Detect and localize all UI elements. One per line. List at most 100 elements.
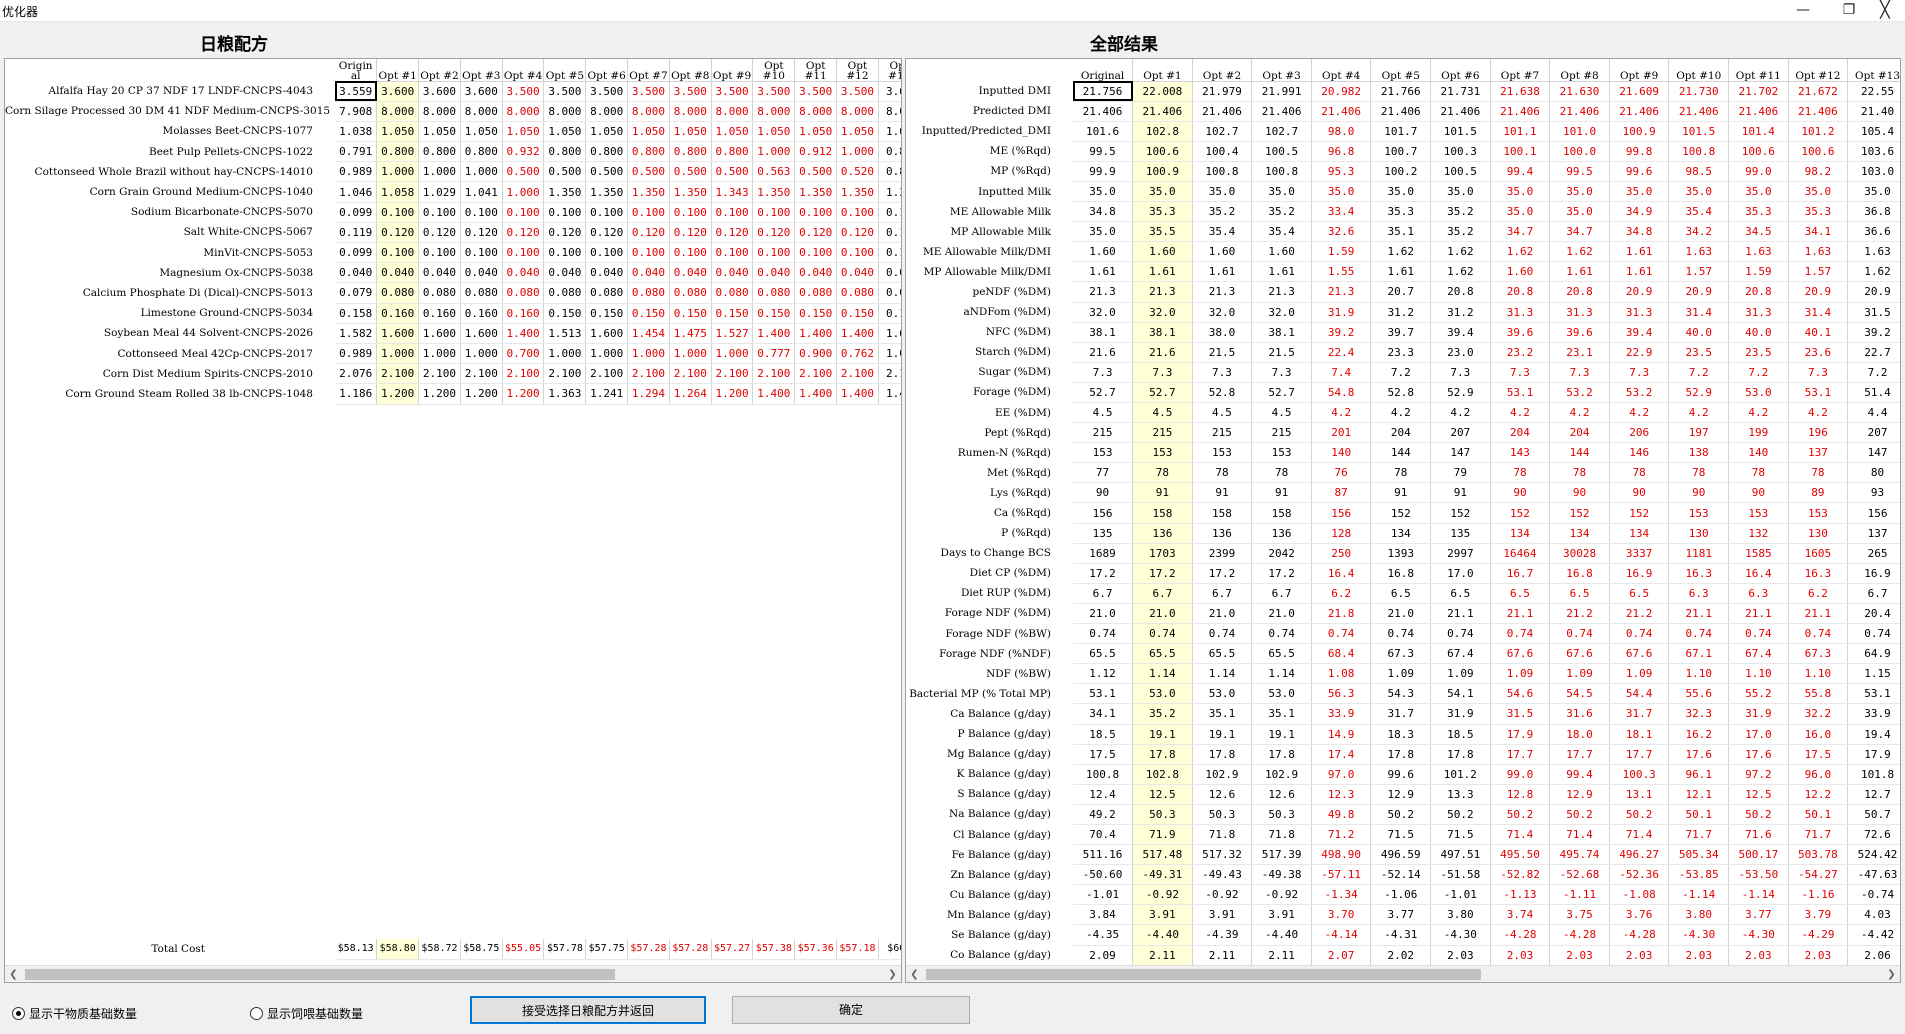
table-cell[interactable]: 0.100	[585, 242, 629, 264]
table-cell[interactable]: 1.35	[878, 181, 901, 203]
table-cell[interactable]: 17.8	[1132, 744, 1193, 765]
table-cell[interactable]: 0.500	[502, 161, 545, 183]
table-cell[interactable]: 71.5	[1430, 824, 1491, 846]
table-cell[interactable]: 1.046	[335, 181, 378, 203]
table-cell[interactable]: -53.50	[1728, 864, 1789, 886]
table-cell[interactable]: 102.8	[1132, 764, 1193, 785]
table-cell[interactable]: 156	[1073, 502, 1134, 524]
table-cell[interactable]: 3.600	[418, 81, 461, 102]
table-cell[interactable]: 2399	[1192, 543, 1253, 564]
table-cell[interactable]: 1.62	[1847, 261, 1900, 283]
table-cell[interactable]: 1.050	[376, 121, 420, 143]
column-header[interactable]: Opt #12	[1788, 59, 1849, 82]
table-cell[interactable]: 35.0	[1370, 181, 1432, 203]
table-cell[interactable]: 67.6	[1609, 643, 1670, 665]
table-cell[interactable]: 12.5	[1728, 784, 1789, 805]
table-cell[interactable]: 0.74	[1251, 623, 1312, 645]
table-cell[interactable]: 35.0	[1490, 181, 1551, 203]
table-cell[interactable]: 4.2	[1609, 402, 1670, 424]
table-cell[interactable]: 35.0	[1251, 181, 1312, 203]
table-cell[interactable]: 35.0	[1132, 181, 1193, 203]
table-cell[interactable]: 0.989	[335, 343, 378, 365]
total-cost-cell[interactable]: $57.27	[711, 939, 754, 960]
table-cell[interactable]: 20.8	[1490, 281, 1551, 303]
table-cell[interactable]: 128	[1311, 523, 1372, 544]
table-cell[interactable]: 21.0	[1192, 603, 1253, 625]
table-cell[interactable]: 31.3	[1609, 302, 1670, 323]
table-cell[interactable]: 1.62	[1430, 261, 1491, 283]
table-cell[interactable]: 1.050	[585, 121, 629, 143]
table-cell[interactable]: 100.2	[1370, 161, 1432, 182]
table-cell[interactable]: -52.36	[1609, 864, 1670, 886]
table-cell[interactable]: -4.29	[1788, 924, 1849, 946]
total-cost-cell[interactable]: $57.75	[585, 939, 629, 960]
table-cell[interactable]: 4.5	[1251, 402, 1312, 424]
table-cell[interactable]: 0.040	[669, 262, 712, 284]
table-cell[interactable]: 6.7	[1847, 583, 1900, 604]
table-cell[interactable]: 0.120	[460, 222, 503, 244]
table-cell[interactable]: 21.1	[1788, 603, 1849, 625]
table-cell[interactable]: 3.500	[627, 81, 670, 102]
table-cell[interactable]: 17.6	[1668, 744, 1730, 765]
table-cell[interactable]: 1.61	[1073, 261, 1134, 283]
table-cell[interactable]: 144	[1549, 442, 1610, 464]
table-cell[interactable]: 77	[1073, 462, 1134, 484]
table-cell[interactable]: 0.100	[752, 242, 796, 264]
table-cell[interactable]: 153	[1132, 442, 1193, 464]
table-cell[interactable]: 18.1	[1609, 724, 1670, 745]
table-cell[interactable]: 0.100	[460, 202, 503, 223]
table-cell[interactable]: -4.28	[1609, 924, 1670, 946]
table-cell[interactable]: 505.34	[1668, 844, 1730, 866]
table-cell[interactable]: 21.5	[1251, 342, 1312, 363]
table-cell[interactable]: 99.6	[1609, 161, 1670, 182]
table-cell[interactable]: 21.672	[1788, 81, 1849, 102]
table-cell[interactable]: 8.000	[418, 101, 461, 122]
table-cell[interactable]: 3337	[1609, 543, 1670, 564]
table-cell[interactable]: 0.74	[1728, 623, 1789, 645]
table-cell[interactable]: 100.6	[1788, 141, 1849, 162]
table-cell[interactable]: 1.000	[502, 181, 545, 203]
table-cell[interactable]: 500.17	[1728, 844, 1789, 866]
table-cell[interactable]: 2.100	[543, 363, 587, 385]
table-cell[interactable]: 196	[1788, 422, 1849, 444]
table-cell[interactable]: 1.582	[335, 323, 378, 344]
table-cell[interactable]: 4.5	[1192, 402, 1253, 424]
table-cell[interactable]: 0.120	[794, 222, 838, 244]
table-cell[interactable]: 19.1	[1251, 724, 1312, 745]
table-cell[interactable]: 0.74	[1192, 623, 1253, 645]
table-cell[interactable]: 78	[1788, 462, 1849, 484]
total-cost-cell[interactable]: $57.36	[794, 939, 838, 960]
table-cell[interactable]: 1.09	[1370, 663, 1432, 685]
table-cell[interactable]: 2.100	[627, 363, 670, 385]
table-cell[interactable]: -1.14	[1668, 884, 1730, 906]
table-cell[interactable]: 204	[1549, 422, 1610, 444]
table-cell[interactable]: 1.000	[376, 161, 420, 183]
table-cell[interactable]: 12.6	[1251, 784, 1312, 805]
table-cell[interactable]: 31.3	[1490, 302, 1551, 323]
table-cell[interactable]: 0.500	[669, 161, 712, 183]
table-cell[interactable]: -1.14	[1728, 884, 1789, 906]
table-cell[interactable]: 53.1	[1847, 683, 1900, 705]
table-cell[interactable]: 215	[1132, 422, 1193, 444]
table-cell[interactable]: 0.120	[711, 222, 754, 244]
table-cell[interactable]: 50.7	[1847, 804, 1900, 825]
table-cell[interactable]: 22.008	[1132, 81, 1193, 102]
table-cell[interactable]: 31.4	[1668, 302, 1730, 323]
table-cell[interactable]: 35.3	[1370, 201, 1432, 223]
table-cell[interactable]: 21.8	[1311, 603, 1372, 625]
table-cell[interactable]: 35.0	[1192, 181, 1253, 203]
table-cell[interactable]: 64.9	[1847, 643, 1900, 665]
table-cell[interactable]: 517.32	[1192, 844, 1253, 866]
table-cell[interactable]: 132	[1728, 523, 1789, 544]
column-header[interactable]: Opt #11	[794, 59, 838, 82]
table-cell[interactable]: 20.9	[1668, 281, 1730, 303]
table-cell[interactable]: 52.9	[1430, 382, 1491, 404]
table-cell[interactable]: 21.3	[1251, 281, 1312, 303]
table-cell[interactable]: 6.5	[1430, 583, 1491, 604]
table-cell[interactable]: 35.0	[1549, 201, 1610, 223]
radio-as-fed[interactable]: 显示饲喂基础数量	[250, 1005, 363, 1022]
table-cell[interactable]: 100.3	[1609, 764, 1670, 785]
table-cell[interactable]: 36.6	[1847, 221, 1900, 243]
table-cell[interactable]: 35.0	[1788, 181, 1849, 203]
table-cell[interactable]: 67.3	[1370, 643, 1432, 665]
